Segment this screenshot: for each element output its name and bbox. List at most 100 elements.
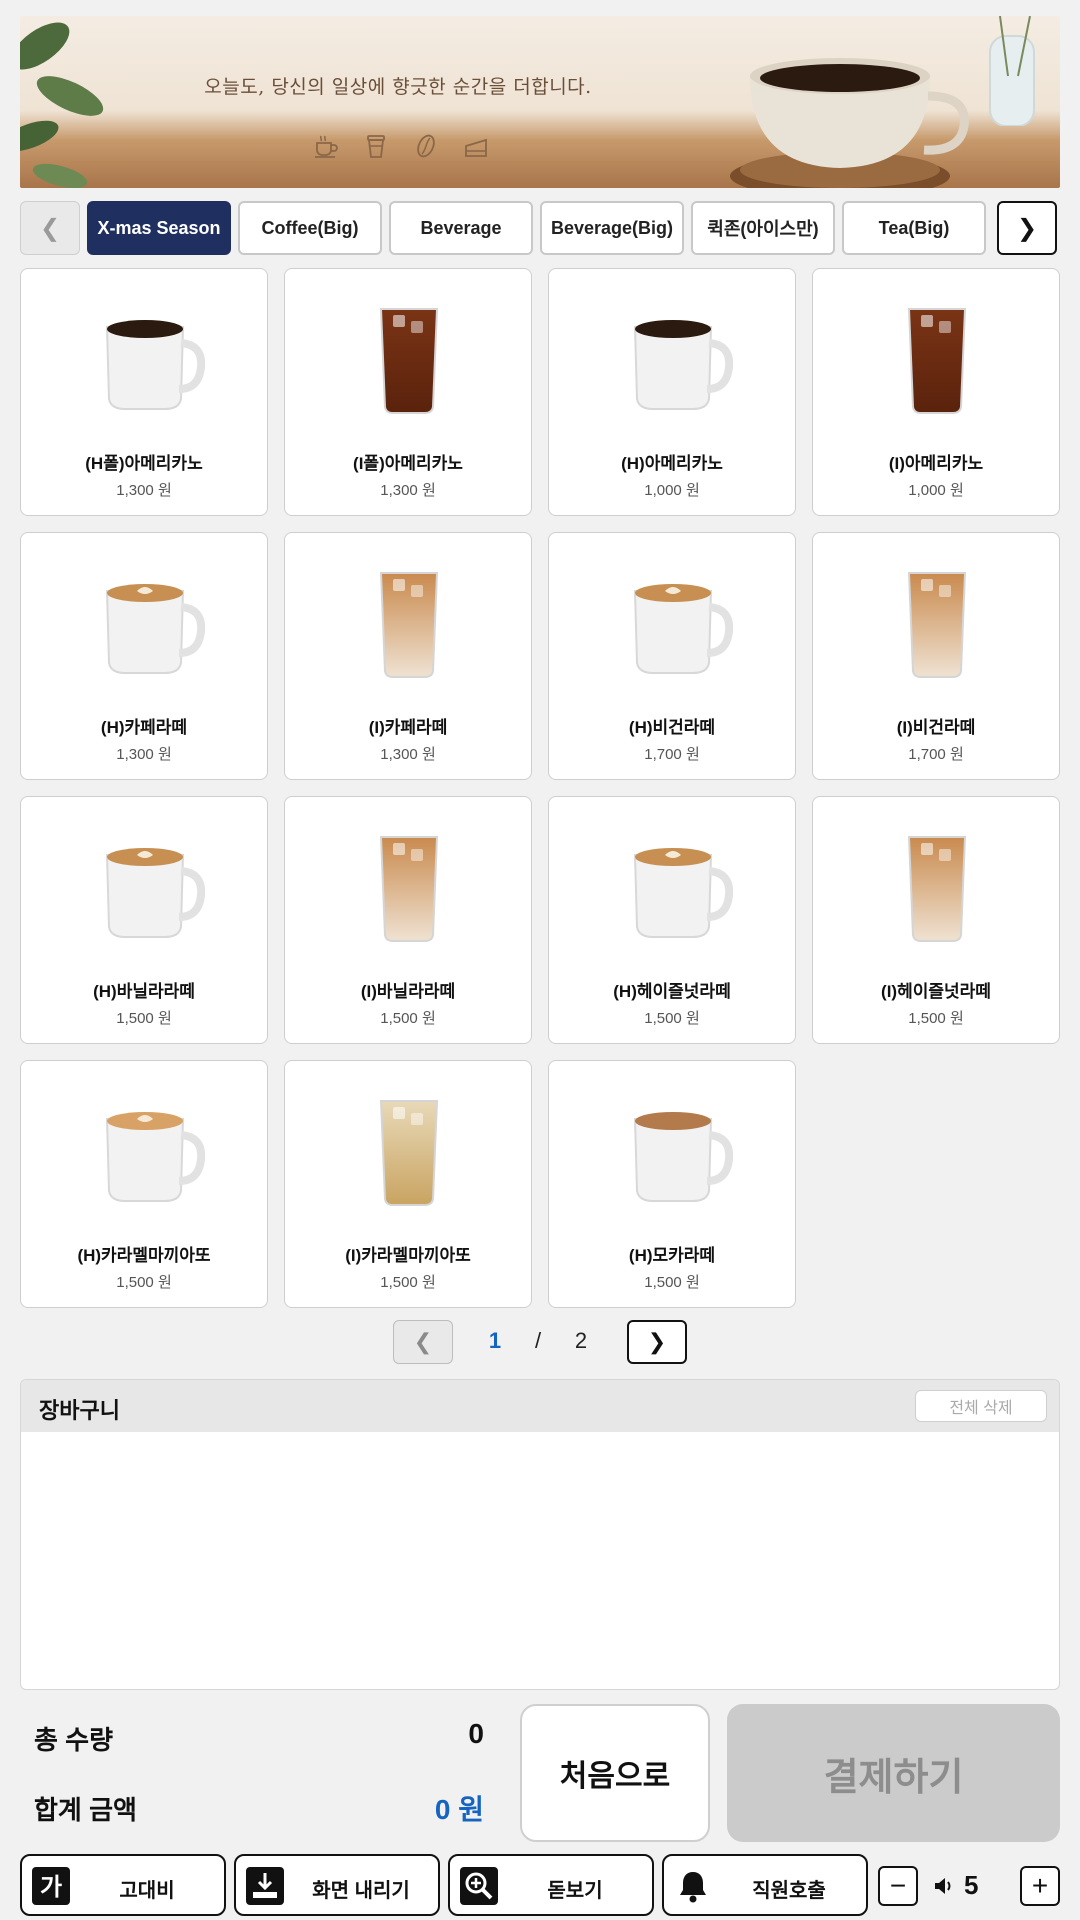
lower-screen-button[interactable]: 화면 내리기 [234, 1854, 440, 1916]
call-staff-label: 직원호출 [752, 1880, 826, 1902]
drink-image [85, 299, 206, 419]
menu-item-card[interactable]: (H)카페라떼 1,300 원 [20, 532, 268, 780]
accessibility-bar: 가 고대비 화면 내리기 돋보기 직원호출 − 5 + [0, 1854, 1080, 1916]
volume-down-button[interactable]: − [878, 1866, 918, 1906]
coffee-cup-icon [312, 132, 340, 160]
total-pages: 2 [574, 1328, 588, 1353]
banner-tagline: 오늘도, 당신의 일상에 향긋한 순간을 더합니다. [204, 76, 592, 98]
high-contrast-icon: 가 [32, 1867, 70, 1905]
pagination: ❮ 1 / 2 ❯ [0, 1320, 1080, 1364]
menu-item-name: (I폴)아메리카노 [353, 454, 463, 473]
speaker-icon [932, 1874, 956, 1898]
tab-xmas-season[interactable]: X-mas Season [87, 201, 231, 255]
menu-item-card[interactable]: (I)카페라떼 1,300 원 [284, 532, 532, 780]
menu-item-card[interactable]: (I)아메리카노 1,000 원 [812, 268, 1060, 516]
menu-item-name: (H)카페라떼 [100, 718, 188, 737]
menu-item-card[interactable]: (I)헤이즐넛라떼 1,500 원 [812, 796, 1060, 1044]
menu-item-card[interactable]: (H)모카라떼 1,500 원 [548, 1060, 796, 1308]
call-staff-button[interactable]: 직원호출 [662, 1854, 868, 1916]
menu-item-card[interactable]: (H)아메리카노 1,000 원 [548, 268, 796, 516]
bell-icon [674, 1867, 712, 1905]
menu-item-card[interactable]: (H)바닐라라떼 1,500 원 [20, 796, 268, 1044]
drink-image [85, 1091, 206, 1211]
cart-title: 장바구니 [39, 1398, 120, 1423]
pay-button[interactable]: 결제하기 [727, 1704, 1060, 1842]
menu-item-name: (I)카라멜마끼아또 [345, 1246, 471, 1265]
tab-quick-zone[interactable]: 퀵존(아이스만) [691, 201, 835, 255]
current-page: 1 [488, 1328, 502, 1353]
coffee-cup-image [730, 58, 969, 188]
menu-item-name: (I)바닐라라떼 [360, 982, 456, 1001]
chevron-right-icon: ❯ [647, 1329, 667, 1354]
page-prev-button[interactable]: ❮ [393, 1320, 453, 1364]
drink-image [349, 1091, 469, 1211]
menu-item-card[interactable]: (H폴)아메리카노 1,300 원 [20, 268, 268, 516]
tabs-prev-button[interactable]: ❮ [20, 201, 80, 255]
menu-item-name: (H)헤이즐넛라떼 [613, 982, 731, 1001]
magnifier-button[interactable]: 돋보기 [448, 1854, 654, 1916]
menu-grid: (H폴)아메리카노 1,300 원 (I폴)아메리카노 1,300 원 (H)아메리… [20, 268, 1060, 1308]
takeout-cup-icon [362, 132, 390, 160]
glass-vase-image [989, 16, 1035, 126]
menu-item-price: 1,300 원 [380, 482, 436, 499]
svg-text:가: 가 [40, 1873, 62, 1901]
menu-item-card[interactable]: (I)카라멜마끼아또 1,500 원 [284, 1060, 532, 1308]
high-contrast-button[interactable]: 가 고대비 [20, 1854, 226, 1916]
tab-beverage-big[interactable]: Beverage(Big) [540, 201, 684, 255]
minus-icon: − [889, 1870, 907, 1901]
drink-image [613, 827, 734, 947]
magnifier-label: 돋보기 [547, 1880, 603, 1902]
clear-all-button[interactable]: 전체 삭제 [915, 1390, 1047, 1422]
menu-item-price: 1,500 원 [380, 1274, 436, 1291]
menu-item-price: 1,700 원 [908, 746, 964, 763]
menu-item-price: 1,700 원 [644, 746, 700, 763]
tab-beverage[interactable]: Beverage [389, 201, 533, 255]
menu-item-price: 1,500 원 [644, 1274, 700, 1291]
menu-item-price: 1,500 원 [644, 1010, 700, 1027]
high-contrast-label: 고대비 [119, 1880, 175, 1902]
lower-screen-icon [246, 1867, 284, 1905]
volume-up-button[interactable]: + [1020, 1866, 1060, 1906]
drink-image [877, 299, 997, 419]
menu-item-price: 1,000 원 [908, 482, 964, 499]
cart-header: 장바구니 전체 삭제 [21, 1380, 1059, 1432]
drink-image [613, 1091, 734, 1211]
volume-level: 5 [964, 1870, 979, 1900]
total-quantity-label: 총 수량 [34, 1725, 113, 1755]
menu-item-card[interactable]: (I)비건라떼 1,700 원 [812, 532, 1060, 780]
menu-item-name: (H)비건라떼 [628, 718, 716, 737]
drink-image [349, 299, 469, 419]
order-totals: 총 수량 0 합계 금액 0 원 [34, 1700, 484, 1850]
page-separator: / [534, 1328, 542, 1353]
drink-image [877, 827, 997, 947]
plus-icon: + [1031, 1870, 1049, 1901]
drink-image [613, 299, 734, 419]
menu-item-price: 1,300 원 [116, 482, 172, 499]
menu-item-card[interactable]: (H)비건라떼 1,700 원 [548, 532, 796, 780]
tab-coffee-big[interactable]: Coffee(Big) [238, 201, 382, 255]
chevron-right-icon: ❯ [1016, 214, 1038, 242]
menu-item-name: (H)모카라떼 [628, 1246, 716, 1265]
home-button[interactable]: 처음으로 [520, 1704, 710, 1842]
tabs-next-button[interactable]: ❯ [997, 201, 1057, 255]
category-tabs: ❮ X-mas Season Coffee(Big) Beverage Beve… [20, 201, 1060, 257]
drink-image [349, 563, 469, 683]
plant-leaves-image [20, 22, 104, 188]
drink-image [613, 563, 734, 683]
drink-image [85, 827, 206, 947]
menu-item-card[interactable]: (I)바닐라라떼 1,500 원 [284, 796, 532, 1044]
menu-item-name: (H)카라멜마끼아또 [77, 1246, 211, 1265]
menu-item-card[interactable]: (H)헤이즐넛라떼 1,500 원 [548, 796, 796, 1044]
drink-image [349, 827, 469, 947]
volume-control: − 5 + [878, 1854, 1060, 1916]
tab-tea-big[interactable]: Tea(Big) [842, 201, 986, 255]
menu-item-name: (I)카페라떼 [368, 718, 448, 737]
menu-item-price: 1,000 원 [644, 482, 700, 499]
menu-item-card[interactable]: (H)카라멜마끼아또 1,500 원 [20, 1060, 268, 1308]
menu-item-name: (H)아메리카노 [621, 454, 723, 473]
page-next-button[interactable]: ❯ [627, 1320, 687, 1364]
menu-item-price: 1,300 원 [380, 746, 436, 763]
menu-item-card[interactable]: (I폴)아메리카노 1,300 원 [284, 268, 532, 516]
lower-screen-label: 화면 내리기 [312, 1880, 410, 1902]
drink-image [85, 563, 206, 683]
